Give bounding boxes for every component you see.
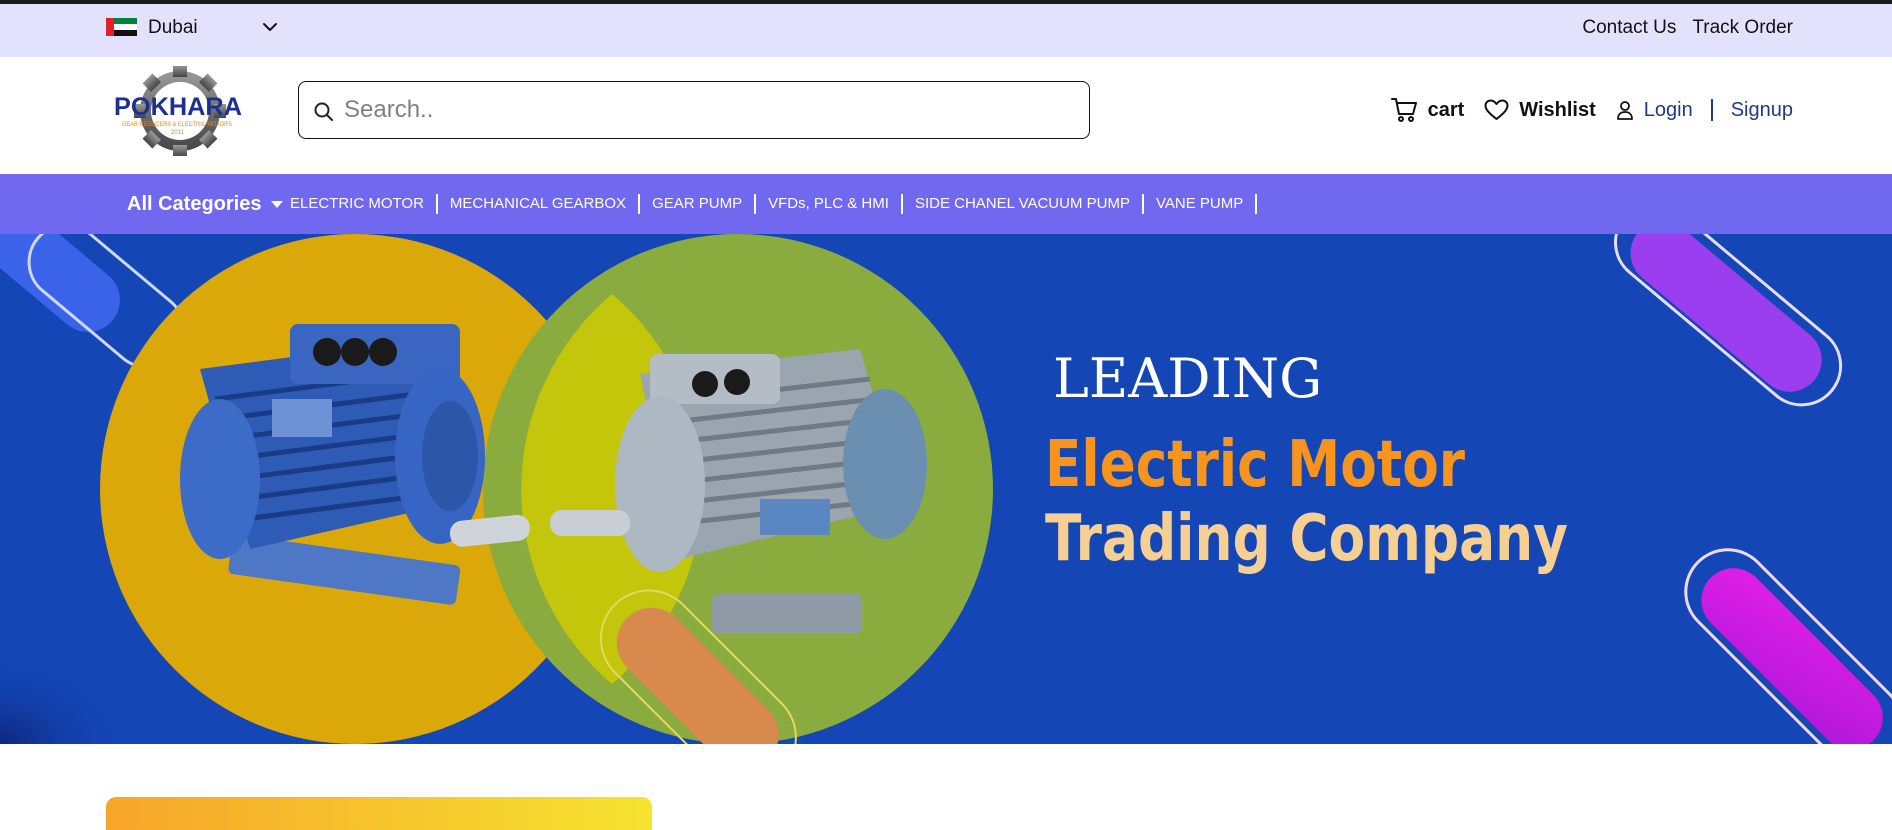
banner-heading-line3: Trading Company xyxy=(1045,502,1568,576)
header-actions: cart Wishlist Login Signup xyxy=(1390,96,1793,124)
pokhara-logo[interactable]: POKHARA GEAR REDUCERS & ELECTRIC MOTORS … xyxy=(110,66,246,156)
uae-flag-icon[interactable] xyxy=(106,18,137,36)
category-mechanical-gearbox[interactable]: MECHANICAL GEARBOX xyxy=(438,194,641,214)
banner-heading-line1: LEADING xyxy=(1053,347,1322,410)
search-input[interactable] xyxy=(344,90,1074,130)
all-categories-label: All Categories xyxy=(127,193,262,215)
track-order-link[interactable]: Track Order xyxy=(1692,17,1793,39)
category-nav: All Categories ELECTRIC MOTOR MECHANICAL… xyxy=(0,174,1892,234)
category-gear-pump[interactable]: GEAR PUMP xyxy=(640,194,757,214)
svg-text:GEAR REDUCERS & ELECTRIC MOTOR: GEAR REDUCERS & ELECTRIC MOTORS xyxy=(122,122,232,128)
login-label: Login xyxy=(1643,98,1693,121)
login-signup-divider xyxy=(1710,99,1713,121)
category-vfds-plc-hmi[interactable]: VFDs, PLC & HMI xyxy=(756,194,903,214)
decorative-pill-top-right xyxy=(1614,234,1843,407)
caret-down-icon xyxy=(271,201,284,208)
cart-label: cart xyxy=(1427,98,1465,121)
heart-icon xyxy=(1484,99,1509,120)
all-categories-dropdown[interactable]: All Categories xyxy=(127,193,284,216)
chevron-down-icon[interactable] xyxy=(262,21,278,33)
category-side-chanel-vacuum-pump[interactable]: SIDE CHANEL VACUUM PUMP xyxy=(903,194,1144,214)
svg-text:POKHARA: POKHARA xyxy=(114,93,242,121)
category-electric-motor[interactable]: ELECTRIC MOTOR xyxy=(290,194,438,214)
wishlist-button[interactable]: Wishlist xyxy=(1484,99,1596,122)
decorative-pill-bottom-right xyxy=(1684,548,1892,744)
wishlist-label: Wishlist xyxy=(1519,98,1596,121)
svg-text:2011: 2011 xyxy=(171,130,185,136)
contact-us-link[interactable]: Contact Us xyxy=(1582,17,1676,39)
hero-banner-artwork: LEADING Electric Motor Trading Company xyxy=(0,234,1892,744)
cart-icon xyxy=(1390,98,1417,122)
banner-heading-line2: Electric Motor xyxy=(1045,428,1465,502)
search-icon[interactable] xyxy=(313,101,335,123)
signup-link[interactable]: Signup xyxy=(1731,99,1793,122)
login-button[interactable]: Login xyxy=(1616,99,1693,122)
promo-card[interactable] xyxy=(106,797,652,830)
country-selector-label[interactable]: Dubai xyxy=(148,17,198,39)
top-links: Contact Us Track Order xyxy=(1582,17,1793,39)
category-links: ELECTRIC MOTOR MECHANICAL GEARBOX GEAR P… xyxy=(290,194,1258,214)
search-box[interactable] xyxy=(298,81,1090,139)
category-vane-pump[interactable]: VANE PUMP xyxy=(1144,194,1258,214)
cart-button[interactable]: cart xyxy=(1390,97,1465,123)
user-icon xyxy=(1616,101,1633,120)
hero-banner[interactable]: LEADING Electric Motor Trading Company xyxy=(0,234,1892,744)
